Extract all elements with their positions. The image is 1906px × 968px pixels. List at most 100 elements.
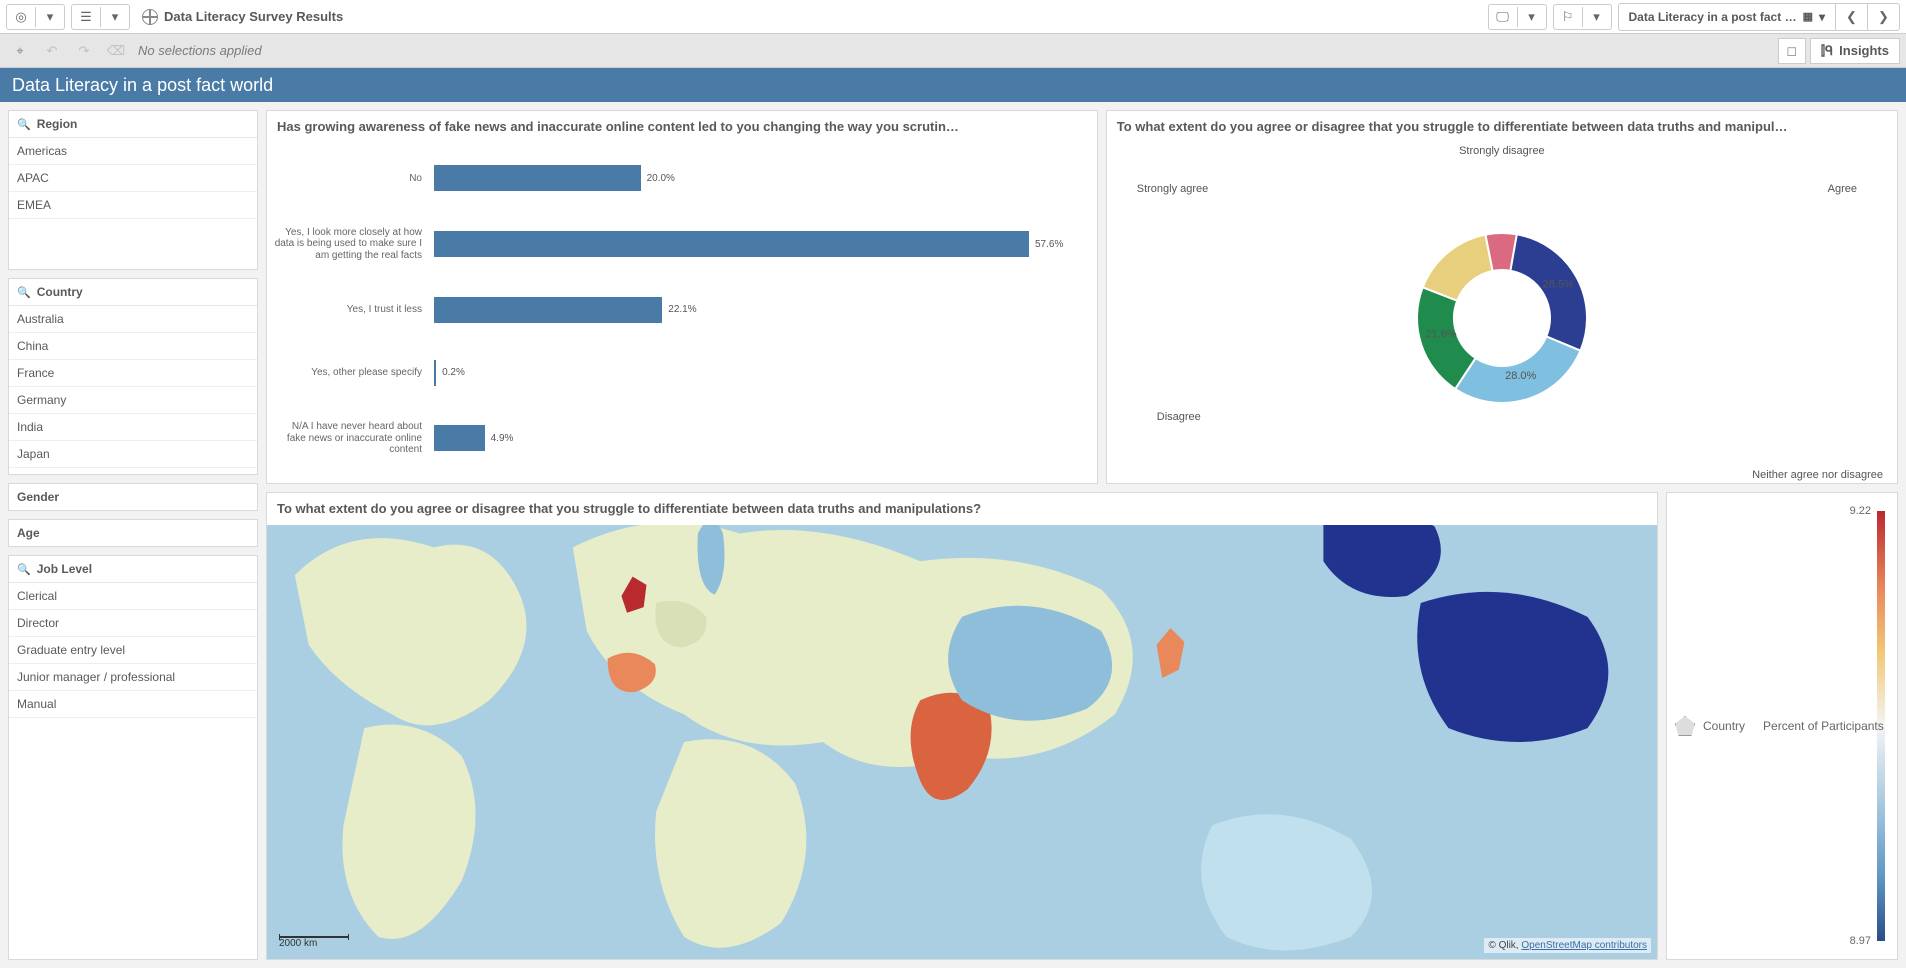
top-toolbar: ◎ ▾ ☰ ▾ Data Literacy Survey Results 🖵 ▾… [0, 0, 1906, 34]
selection-tool-icon[interactable]: ◻ [1778, 38, 1806, 64]
pentagon-icon [1675, 716, 1695, 736]
compass-icon[interactable]: ◎ [7, 5, 35, 29]
filter-joblevel-header[interactable]: 🔍 Job Level [9, 556, 257, 583]
bar-row[interactable]: Yes, other please specify 0.2% [271, 359, 1081, 387]
list-item[interactable]: Clerical [9, 583, 257, 610]
bar-label: Yes, other please specify [271, 367, 426, 379]
list-item[interactable]: EMEA [9, 192, 257, 219]
filter-age[interactable]: Age [8, 519, 258, 547]
sheet-selector-label: Data Literacy in a post fact … [1629, 10, 1797, 24]
svg-text:21.6%: 21.6% [1425, 328, 1456, 340]
bar-row[interactable]: N/A I have never heard about fake news o… [271, 421, 1081, 456]
bookmark-icon[interactable]: ⚐ [1554, 5, 1582, 29]
list-item[interactable]: Australia [9, 306, 257, 333]
chevron-down-icon[interactable]: ▾ [36, 5, 64, 29]
globe-icon [142, 9, 158, 25]
prev-sheet-button[interactable]: ❮ [1835, 4, 1867, 30]
sheet-grid-icon: ▦ [1803, 10, 1813, 23]
list-item[interactable]: Graduate entry level [9, 637, 257, 664]
filter-country-header[interactable]: 🔍Country [9, 279, 257, 306]
donut-label-strongly-agree: Strongly agree [1137, 183, 1209, 195]
bar-chart-object[interactable]: Has growing awareness of fake news and i… [266, 110, 1098, 484]
list-item[interactable]: APAC [9, 165, 257, 192]
filter-joblevel: 🔍 Job Level ClericalDirectorGraduate entr… [8, 555, 258, 960]
nav-menu-group: ◎ ▾ [6, 4, 65, 30]
bar-fill [434, 165, 641, 191]
svg-text:28.0%: 28.0% [1505, 370, 1536, 382]
search-icon: 🔍 [17, 118, 31, 131]
chevron-down-icon[interactable]: ▾ [1518, 5, 1546, 29]
bar-row[interactable]: Yes, I look more closely at how data is … [271, 227, 1081, 262]
chevron-down-icon[interactable]: ▾ [1583, 5, 1611, 29]
legend-min: 8.97 [1850, 935, 1871, 947]
list-item[interactable]: Singapore [9, 468, 257, 474]
bar-track: 0.2% [434, 359, 1081, 387]
selections-text: No selections applied [138, 43, 262, 58]
bar-row[interactable]: Yes, I trust it less 22.1% [271, 296, 1081, 324]
insights-label: Insights [1839, 43, 1889, 58]
donut-chart-object[interactable]: To what extent do you agree or disagree … [1106, 110, 1898, 484]
filter-age-label: Age [17, 526, 40, 540]
list-item[interactable]: Americas [9, 138, 257, 165]
svg-text:28.5%: 28.5% [1542, 278, 1573, 290]
filter-gender-label: Gender [17, 490, 59, 504]
filter-region-header[interactable]: 🔍 Region [9, 111, 257, 138]
present-menu[interactable]: 🖵 ▾ [1488, 4, 1547, 30]
insights-button[interactable]: ⫿ᑫ Insights [1810, 38, 1900, 64]
step-forward-icon: ↷ [70, 38, 98, 64]
list-item[interactable]: Junior manager / professional [9, 664, 257, 691]
bar-label: Yes, I trust it less [271, 304, 426, 316]
bar-chart-body: No 20.0% Yes, I look more closely at how… [267, 143, 1097, 483]
filter-region: 🔍 Region AmericasAPACEMEA [8, 110, 258, 270]
app-title-text: Data Literacy Survey Results [164, 9, 343, 24]
map-body[interactable]: 2000 km © Qlik, OpenStreetMap contributo… [267, 525, 1657, 959]
search-icon: 🔍 [17, 563, 31, 576]
donut-label-agree: Agree [1828, 183, 1857, 195]
list-item[interactable]: France [9, 360, 257, 387]
options-menu-group: ☰ ▾ [71, 4, 130, 30]
bar-value: 4.9% [491, 433, 514, 444]
next-sheet-button[interactable]: ❯ [1867, 4, 1899, 30]
list-item[interactable]: Germany [9, 387, 257, 414]
country-usa[interactable] [1417, 592, 1608, 742]
list-icon[interactable]: ☰ [72, 5, 100, 29]
bar-value: 22.1% [668, 304, 696, 315]
bar-track: 20.0% [434, 164, 1081, 192]
bar-row[interactable]: No 20.0% [271, 164, 1081, 192]
bar-value: 0.2% [442, 367, 465, 378]
legend-dimension: Country [1703, 719, 1745, 733]
smart-search-icon[interactable]: ⌖ [6, 38, 34, 64]
list-item[interactable]: China [9, 333, 257, 360]
world-map [267, 525, 1657, 959]
sheet-canvas: 🔍Region AmericasAPACEMEA 🔍Country Austra… [0, 102, 1906, 968]
selection-bar: ⌖ ↶ ↷ ⌫ No selections applied ◻ ⫿ᑫ Insig… [0, 34, 1906, 68]
sheet-title: Data Literacy in a post fact world [12, 75, 273, 96]
legend-max: 9.22 [1850, 505, 1871, 517]
chevron-down-icon[interactable]: ▾ [101, 5, 129, 29]
filters-sidebar: 🔍 Region AmericasAPACEMEA 🔍Country Austra… [8, 110, 258, 960]
map-object[interactable]: To what extent do you agree or disagree … [266, 492, 1658, 960]
bar-track: 4.9% [434, 424, 1081, 452]
app-title: Data Literacy Survey Results [142, 9, 343, 25]
filter-gender[interactable]: Gender [8, 483, 258, 511]
map-title: To what extent do you agree or disagree … [267, 493, 1657, 525]
main-area: Has growing awareness of fake news and i… [266, 110, 1898, 960]
osm-link[interactable]: OpenStreetMap contributors [1521, 940, 1647, 951]
list-item[interactable]: India [9, 414, 257, 441]
legend-measure: Percent of Participants [1763, 719, 1884, 733]
list-item[interactable]: Manual [9, 691, 257, 718]
list-item[interactable]: Japan [9, 441, 257, 468]
sheet-navigator: Data Literacy in a post fact … ▦ ▾ ❮ ❯ [1618, 3, 1900, 31]
filter-region-label: Region [37, 117, 78, 131]
donut-chart-body: 28.5%28.0%21.6% Strongly disagree Agree … [1107, 143, 1897, 483]
monitor-icon[interactable]: 🖵 [1489, 5, 1517, 29]
filter-joblevel-label: Job Level [37, 562, 92, 576]
map-attribution: © Qlik, OpenStreetMap contributors [1484, 938, 1651, 953]
list-item[interactable]: Director [9, 610, 257, 637]
legend-labels: Country Percent of Participants [1675, 716, 1884, 736]
bar-value: 20.0% [647, 173, 675, 184]
sheet-selector[interactable]: Data Literacy in a post fact … ▦ ▾ [1619, 10, 1835, 24]
bar-label: Yes, I look more closely at how data is … [271, 227, 426, 262]
donut-label-neither: Neither agree nor disagree [1752, 469, 1883, 481]
bookmark-menu[interactable]: ⚐ ▾ [1553, 4, 1612, 30]
